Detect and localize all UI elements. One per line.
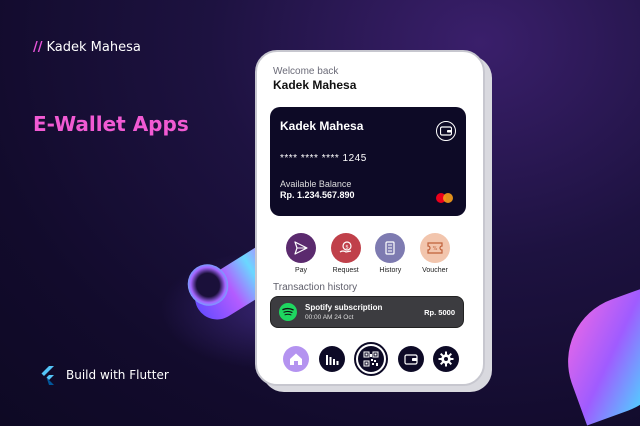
wallet-icon[interactable] [436, 121, 456, 141]
action-voucher[interactable]: % Voucher [415, 233, 455, 274]
receipt-icon[interactable] [375, 233, 406, 263]
send-icon[interactable] [286, 233, 316, 263]
qr-code-icon[interactable] [354, 342, 388, 376]
ticket-icon[interactable]: % [419, 233, 450, 263]
action-history[interactable]: History [370, 233, 410, 274]
action-pay[interactable]: Pay [281, 233, 321, 274]
decorative-petal-shape [549, 284, 640, 426]
home-icon[interactable] [283, 346, 309, 372]
transaction-date: 00:00 AM 24 Oct [305, 314, 354, 321]
flutter-icon [41, 366, 54, 385]
page-title: E-Wallet Apps [33, 112, 189, 136]
bottom-nav [283, 342, 459, 376]
stage: //Kadek Mahesa E-Wallet Apps Build with … [0, 0, 640, 426]
user-name: Kadek Mahesa [273, 78, 357, 92]
author-credit: //Kadek Mahesa [33, 40, 141, 55]
transaction-item[interactable]: Spotify subscription 00:00 AM 24 Oct Rp.… [270, 296, 464, 328]
balance-label: Available Balance [280, 179, 352, 189]
action-label: Pay [294, 267, 308, 274]
author-slash: // [33, 40, 43, 55]
quick-actions: Pay $ Request History % Voucher [270, 233, 466, 274]
action-label: Request [332, 267, 359, 274]
card-holder-name: Kadek Mahesa [280, 119, 364, 133]
action-label: History [379, 267, 402, 274]
transaction-details: Spotify subscription 00:00 AM 24 Oct [305, 303, 382, 321]
transaction-amount: Rp. 5000 [424, 307, 455, 317]
transaction-title: Spotify subscription [305, 303, 383, 312]
bar-chart-icon[interactable] [318, 346, 345, 372]
balance-value: Rp. 1.234.567.890 [280, 190, 355, 200]
transaction-history-label: Transaction history [273, 282, 358, 293]
author-name: Kadek Mahesa [46, 40, 141, 55]
wallet-icon[interactable] [397, 346, 424, 372]
svg-text:$: $ [345, 244, 349, 250]
balance-card[interactable]: Kadek Mahesa **** **** **** 1245 Availab… [270, 107, 466, 216]
svg-text:%: % [433, 246, 438, 252]
money-request-icon[interactable]: $ [330, 233, 361, 263]
phone-mockup: Welcome back Kadek Mahesa Kadek Mahesa *… [255, 50, 485, 386]
mastercard-icon [436, 193, 456, 203]
gear-icon[interactable] [433, 346, 459, 372]
footer: Build with Flutter [38, 365, 169, 385]
card-number: **** **** **** 1245 [280, 153, 367, 164]
action-request[interactable]: $ Request [326, 233, 366, 274]
action-label: Voucher [422, 267, 448, 274]
footer-text: Build with Flutter [66, 368, 169, 382]
spotify-icon [279, 303, 297, 321]
welcome-text: Welcome back [273, 66, 339, 77]
